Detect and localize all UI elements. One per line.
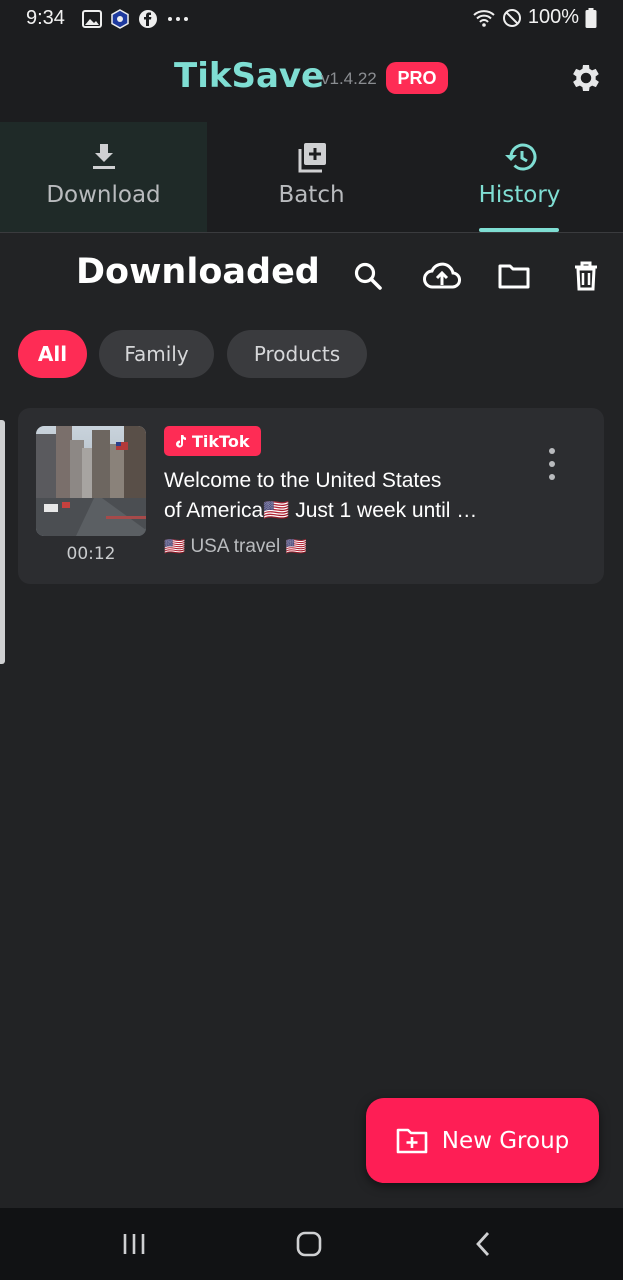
item-group-label: USA travel [190,536,281,557]
history-icon [504,143,536,171]
item-title-line2: of America🇺🇸 Just 1 week until … [164,499,478,522]
settings-button[interactable] [568,60,604,96]
filter-chip-family[interactable]: Family [99,330,214,378]
tab-download[interactable]: Download [0,122,207,232]
home-button[interactable] [285,1224,333,1264]
filter-chip-products[interactable]: Products [227,330,367,378]
home-icon [296,1231,322,1257]
page-title: Downloaded [76,252,320,292]
main-tabs: Download Batch History [0,122,623,233]
gallery-icon [82,10,102,28]
filter-chip-all[interactable]: All [18,330,87,378]
status-bar: 9:34 100% [0,0,623,40]
video-duration: 00:12 [66,544,116,564]
download-icon [92,144,115,169]
active-tab-indicator [479,228,559,232]
item-title-line1: Welcome to the United States [164,469,442,492]
do-not-disturb-icon [502,8,521,27]
system-status: 100% [472,6,597,29]
folder-add-icon [396,1128,428,1153]
us-flag-icon: 🇺🇸 [285,537,307,556]
tab-batch-label: Batch [278,182,345,208]
delete-button[interactable] [568,258,604,294]
new-group-label: New Group [441,1127,570,1154]
more-dots-icon [168,17,188,21]
wifi-icon [473,9,495,27]
search-icon [354,262,382,290]
new-group-button[interactable]: New Group [366,1098,599,1183]
edge-handle[interactable] [0,420,5,664]
notification-icons [82,9,190,29]
cloud-upload-button[interactable] [422,258,462,294]
list-item[interactable]: 00:12 TikTok Welcome to the United State… [18,408,604,584]
pro-badge[interactable]: PRO [386,62,448,94]
tiktok-note-icon [176,435,186,448]
facebook-icon [139,10,157,28]
battery-icon [585,7,597,28]
tab-batch[interactable]: Batch [208,122,415,232]
platform-badge: TikTok [164,426,262,456]
app-title: TikSave [174,56,325,96]
recent-apps-button[interactable] [110,1224,158,1264]
crypto-app-icon [111,9,129,29]
tab-history-label: History [478,182,561,208]
trash-icon [575,261,597,291]
item-group: 🇺🇸 USA travel 🇺🇸 [164,536,307,558]
add-box-icon [298,143,326,173]
tab-history[interactable]: History [416,122,623,232]
search-button[interactable] [350,258,386,294]
folder-button[interactable] [496,258,532,294]
back-button[interactable] [459,1224,507,1264]
status-time: 9:34 [26,7,65,29]
us-flag-icon: 🇺🇸 [164,537,186,556]
back-icon [476,1232,490,1256]
gear-icon [573,64,599,92]
folder-icon [498,264,530,289]
more-options-icon[interactable] [542,448,562,480]
item-title: Welcome to the United States of America🇺… [164,466,524,526]
video-thumbnail[interactable] [36,426,146,536]
cloud-upload-icon [423,262,461,289]
platform-label: TikTok [192,431,250,451]
tab-download-label: Download [46,182,161,208]
battery-percent: 100% [527,6,579,28]
app-version: v1.4.22 [321,69,377,88]
recent-apps-icon [123,1234,145,1254]
